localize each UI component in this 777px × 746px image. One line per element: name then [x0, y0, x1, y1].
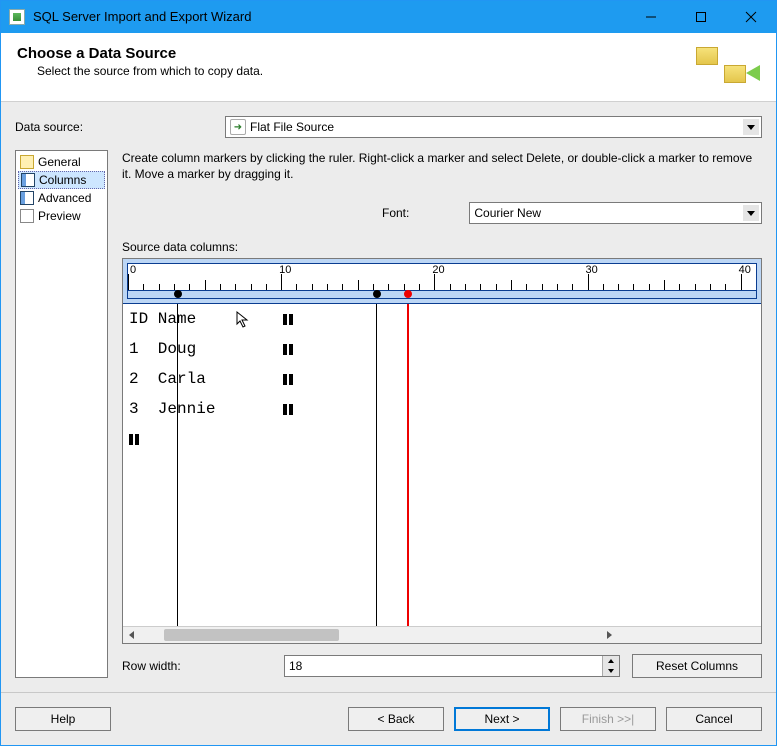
ruler-number: 40	[739, 264, 751, 276]
close-button[interactable]	[726, 1, 776, 33]
source-columns-grid: 0 10 20 30 40 ID Name 1 Doug 2 Carla 3 Jenni…	[122, 258, 762, 644]
row-width-row: Row width: 18 Reset Columns	[122, 654, 762, 678]
columns-panel: Create column markers by clicking the ru…	[108, 150, 762, 678]
next-button[interactable]: Next >	[454, 707, 550, 731]
sidebar-item-label: Columns	[39, 173, 86, 187]
horizontal-scrollbar[interactable]	[123, 626, 761, 643]
general-icon	[20, 155, 34, 169]
row-width-spinner[interactable]: 18	[284, 655, 620, 677]
font-dropdown[interactable]: Courier New	[469, 202, 762, 224]
instructions-text: Create column markers by clicking the ru…	[122, 150, 762, 182]
flat-file-icon: ➜	[230, 119, 246, 135]
sidebar-item-columns[interactable]: Columns	[18, 171, 105, 189]
row-delimiter-icon	[283, 304, 299, 334]
back-button[interactable]: < Back	[348, 707, 444, 731]
scroll-right-button[interactable]	[444, 626, 762, 643]
spin-down-button[interactable]	[602, 666, 619, 676]
ruler-number: 20	[432, 264, 444, 276]
sidebar-item-label: Advanced	[38, 191, 91, 205]
data-source-dropdown[interactable]: ➜ Flat File Source	[225, 116, 762, 138]
scroll-left-button[interactable]	[123, 626, 140, 643]
ruler-number: 0	[130, 264, 136, 276]
scroll-track[interactable]	[140, 626, 444, 643]
spin-up-button[interactable]	[602, 656, 619, 666]
row-width-label: Row width:	[122, 659, 272, 673]
data-source-row: Data source: ➜ Flat File Source	[15, 116, 762, 138]
sidebar-item-advanced[interactable]: Advanced	[18, 189, 105, 207]
page-title: Choose a Data Source	[17, 45, 263, 62]
marker-band[interactable]	[127, 291, 757, 299]
title-bar: SQL Server Import and Export Wizard	[1, 1, 776, 33]
page-subtitle: Select the source from which to copy dat…	[37, 64, 263, 78]
font-row: Font: Courier New	[122, 202, 762, 224]
data-preview: ID Name 1 Doug 2 Carla 3 Jennie	[123, 304, 761, 626]
row-width-value: 18	[285, 659, 602, 673]
window-title: SQL Server Import and Export Wizard	[33, 9, 626, 24]
data-row: 2 Carla	[123, 364, 761, 394]
data-row: ID Name	[123, 304, 761, 334]
ruler[interactable]: 0 10 20 30 40	[127, 263, 757, 291]
sidebar-tree: General Columns Advanced Preview	[15, 150, 108, 678]
reset-columns-button[interactable]: Reset Columns	[632, 654, 762, 678]
help-button[interactable]: Help	[15, 707, 111, 731]
data-source-value: Flat File Source	[250, 120, 334, 134]
wizard-window: SQL Server Import and Export Wizard Choo…	[0, 0, 777, 746]
data-row: 3 Jennie	[123, 394, 761, 424]
content-area: Data source: ➜ Flat File Source General …	[1, 102, 776, 692]
ruler-number: 10	[279, 264, 291, 276]
column-marker[interactable]	[174, 290, 182, 298]
ruler-area[interactable]: 0 10 20 30 40	[123, 259, 761, 304]
data-row	[123, 424, 761, 454]
sidebar-item-general[interactable]: General	[18, 153, 105, 171]
app-icon	[9, 9, 25, 25]
row-delimiter-icon	[283, 364, 299, 394]
header-graphic-icon	[690, 45, 760, 93]
font-label: Font:	[382, 206, 409, 220]
column-marker[interactable]	[373, 290, 381, 298]
advanced-icon	[20, 191, 34, 205]
wizard-button-bar: Help < Back Next > Finish >>| Cancel	[1, 692, 776, 745]
page-header: Choose a Data Source Select the source f…	[1, 33, 776, 102]
font-value: Courier New	[474, 206, 541, 220]
data-source-label: Data source:	[15, 120, 225, 134]
row-delimiter-icon	[129, 424, 145, 454]
minimize-button[interactable]	[626, 1, 676, 33]
row-delimiter-icon	[283, 394, 299, 424]
cancel-button[interactable]: Cancel	[666, 707, 762, 731]
sidebar-item-label: General	[38, 155, 81, 169]
ruler-number: 30	[586, 264, 598, 276]
row-delimiter-icon	[283, 334, 299, 364]
sidebar-item-preview[interactable]: Preview	[18, 207, 105, 225]
chevron-down-icon	[743, 205, 759, 221]
columns-icon	[21, 173, 35, 187]
chevron-down-icon	[743, 119, 759, 135]
sidebar-item-label: Preview	[38, 209, 81, 223]
finish-button: Finish >>|	[560, 707, 656, 731]
column-marker[interactable]	[404, 290, 412, 298]
scroll-thumb[interactable]	[164, 629, 339, 641]
preview-icon	[20, 209, 34, 223]
maximize-button[interactable]	[676, 1, 726, 33]
data-row: 1 Doug	[123, 334, 761, 364]
source-columns-label: Source data columns:	[122, 240, 762, 254]
